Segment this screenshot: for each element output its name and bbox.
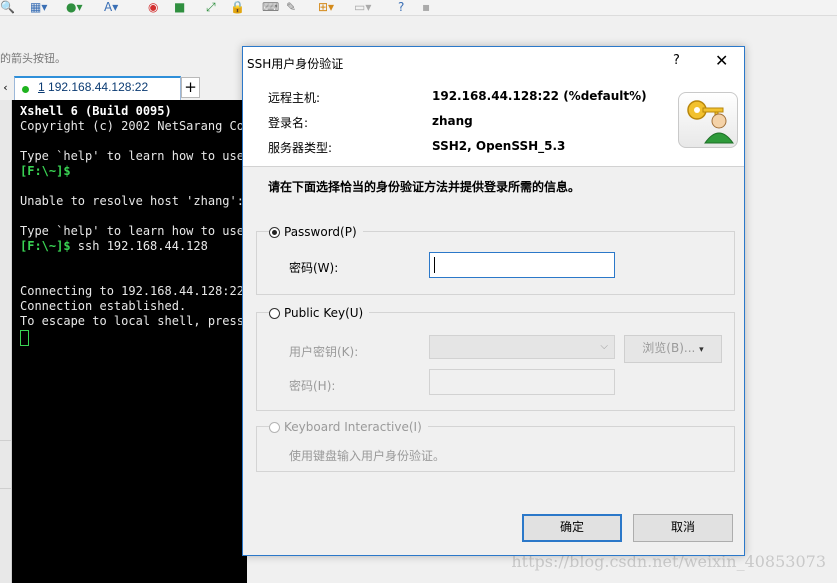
radio-selected-icon [269,226,280,238]
login-value: zhang [432,114,473,128]
font-icon[interactable]: A▾ [104,0,118,14]
text-cursor [434,257,435,273]
new-tab-icon[interactable]: ⊞▾ [318,0,334,14]
terminal-line: Type `help' to learn how to use [20,149,244,163]
ok-button[interactable]: 确定 [522,514,622,542]
browse-label: 浏览(B)... [642,341,696,355]
session-tab-label: 1 192.168.44.128:22 [38,80,148,94]
terminal-line: Unable to resolve host 'zhang': [20,194,244,208]
layout-icon[interactable]: ▦▾ [30,0,47,14]
server-type-label: 服务器类型: [268,141,333,155]
terminal-command-line: [F:\~]$ ssh 192.168.44.128 [20,239,208,253]
tab-number: 1 [38,80,45,94]
ssh-auth-dialog: SSH用户身份验证 ? ✕ 远程主机: 192.168.44.128:22 (%… [242,46,745,556]
browse-button[interactable]: 浏览(B)... ▾ [624,335,722,363]
terminal-line: Xshell 6 (Build 0095) [20,104,172,118]
chat-icon[interactable]: ▪ [422,0,430,14]
radio-unselected-icon [269,307,280,319]
terminal-view[interactable]: Xshell 6 (Build 0095) Copyright (c) 2002… [12,100,247,583]
keyboard-interactive-label: Keyboard Interactive(I) [284,420,422,434]
terminal-line: Copyright (c) 2002 NetSarang Com [20,119,247,133]
help-button[interactable]: ? [673,53,680,68]
terminal-line: Connecting to 192.168.44.128:22. [20,284,247,298]
tab-host: 192.168.44.128:22 [48,80,149,94]
window-icon[interactable]: ▭▾ [354,0,371,14]
close-button[interactable]: ✕ [715,51,728,70]
public-key-radio-label: Public Key(U) [284,306,364,320]
terminal-line: Type `help' to learn how to use [20,224,244,238]
keys-user-icon [678,92,738,148]
instruction-text: 请在下面选择恰当的身份验证方法并提供登录所需的信息。 [268,180,581,194]
password-field-label: 密码(W): [289,261,339,275]
keyboard-interactive-radio[interactable]: Keyboard Interactive(I) [269,420,428,434]
left-panel-strip [0,100,12,583]
terminal-line: To escape to local shell, press [20,314,244,328]
search-icon[interactable]: 🔍 [0,0,15,14]
terminal-line: Connection established. [20,299,187,313]
lock-icon[interactable]: 🔒 [230,0,245,14]
tab-scroll-left-icon[interactable]: ‹ [0,79,11,99]
terminal-cursor [20,330,29,346]
connection-info-panel: 远程主机: 192.168.44.128:22 (%default%) 登录名:… [243,77,744,167]
help-icon[interactable]: ? [398,0,404,14]
add-tab-button[interactable]: + [181,77,200,98]
host-value: 192.168.44.128:22 (%default%) [432,89,647,103]
fullscreen-icon[interactable]: ⤢ [206,0,216,14]
hint-text: 的箭头按钮。 [0,52,66,65]
keyboard-icon[interactable]: ⌨ [262,0,279,14]
password-radio[interactable]: Password(P) [269,225,363,239]
user-key-label: 用户密钥(K): [289,345,359,359]
login-label: 登录名: [268,116,309,130]
main-toolbar: 🔍 ▦▾ ●▾ A▾ ◉ ■ ⤢ 🔒 ⌨ ✎ ⊞▾ ▭▾ ? ▪ [0,0,837,16]
host-label: 远程主机: [268,91,321,105]
connected-status-icon [22,86,29,93]
terminal-prompt: [F:\~]$ [20,164,71,178]
password-radio-label: Password(P) [284,225,357,239]
keyboard-interactive-description: 使用键盘输入用户身份验证。 [289,449,446,463]
dialog-title: SSH用户身份验证 [247,57,344,71]
user-key-select[interactable]: ⌵ [429,335,615,359]
chevron-down-icon: ⌵ [600,341,608,352]
password-input[interactable] [429,252,615,278]
public-key-radio[interactable]: Public Key(U) [269,306,370,320]
passphrase-input[interactable] [429,369,615,395]
terminal-prompt: [F:\~]$ [20,239,71,253]
dropdown-arrow-icon: ▾ [699,345,704,355]
server-type-value: SSH2, OpenSSH_5.3 [432,139,566,153]
passphrase-label: 密码(H): [289,379,336,393]
globe-icon[interactable]: ●▾ [66,0,83,14]
script-icon[interactable]: ■ [174,0,185,14]
xftp-icon[interactable]: ◉ [148,0,158,14]
cancel-button[interactable]: 取消 [633,514,733,542]
highlight-icon[interactable]: ✎ [286,0,296,14]
radio-disabled-icon [269,421,280,433]
